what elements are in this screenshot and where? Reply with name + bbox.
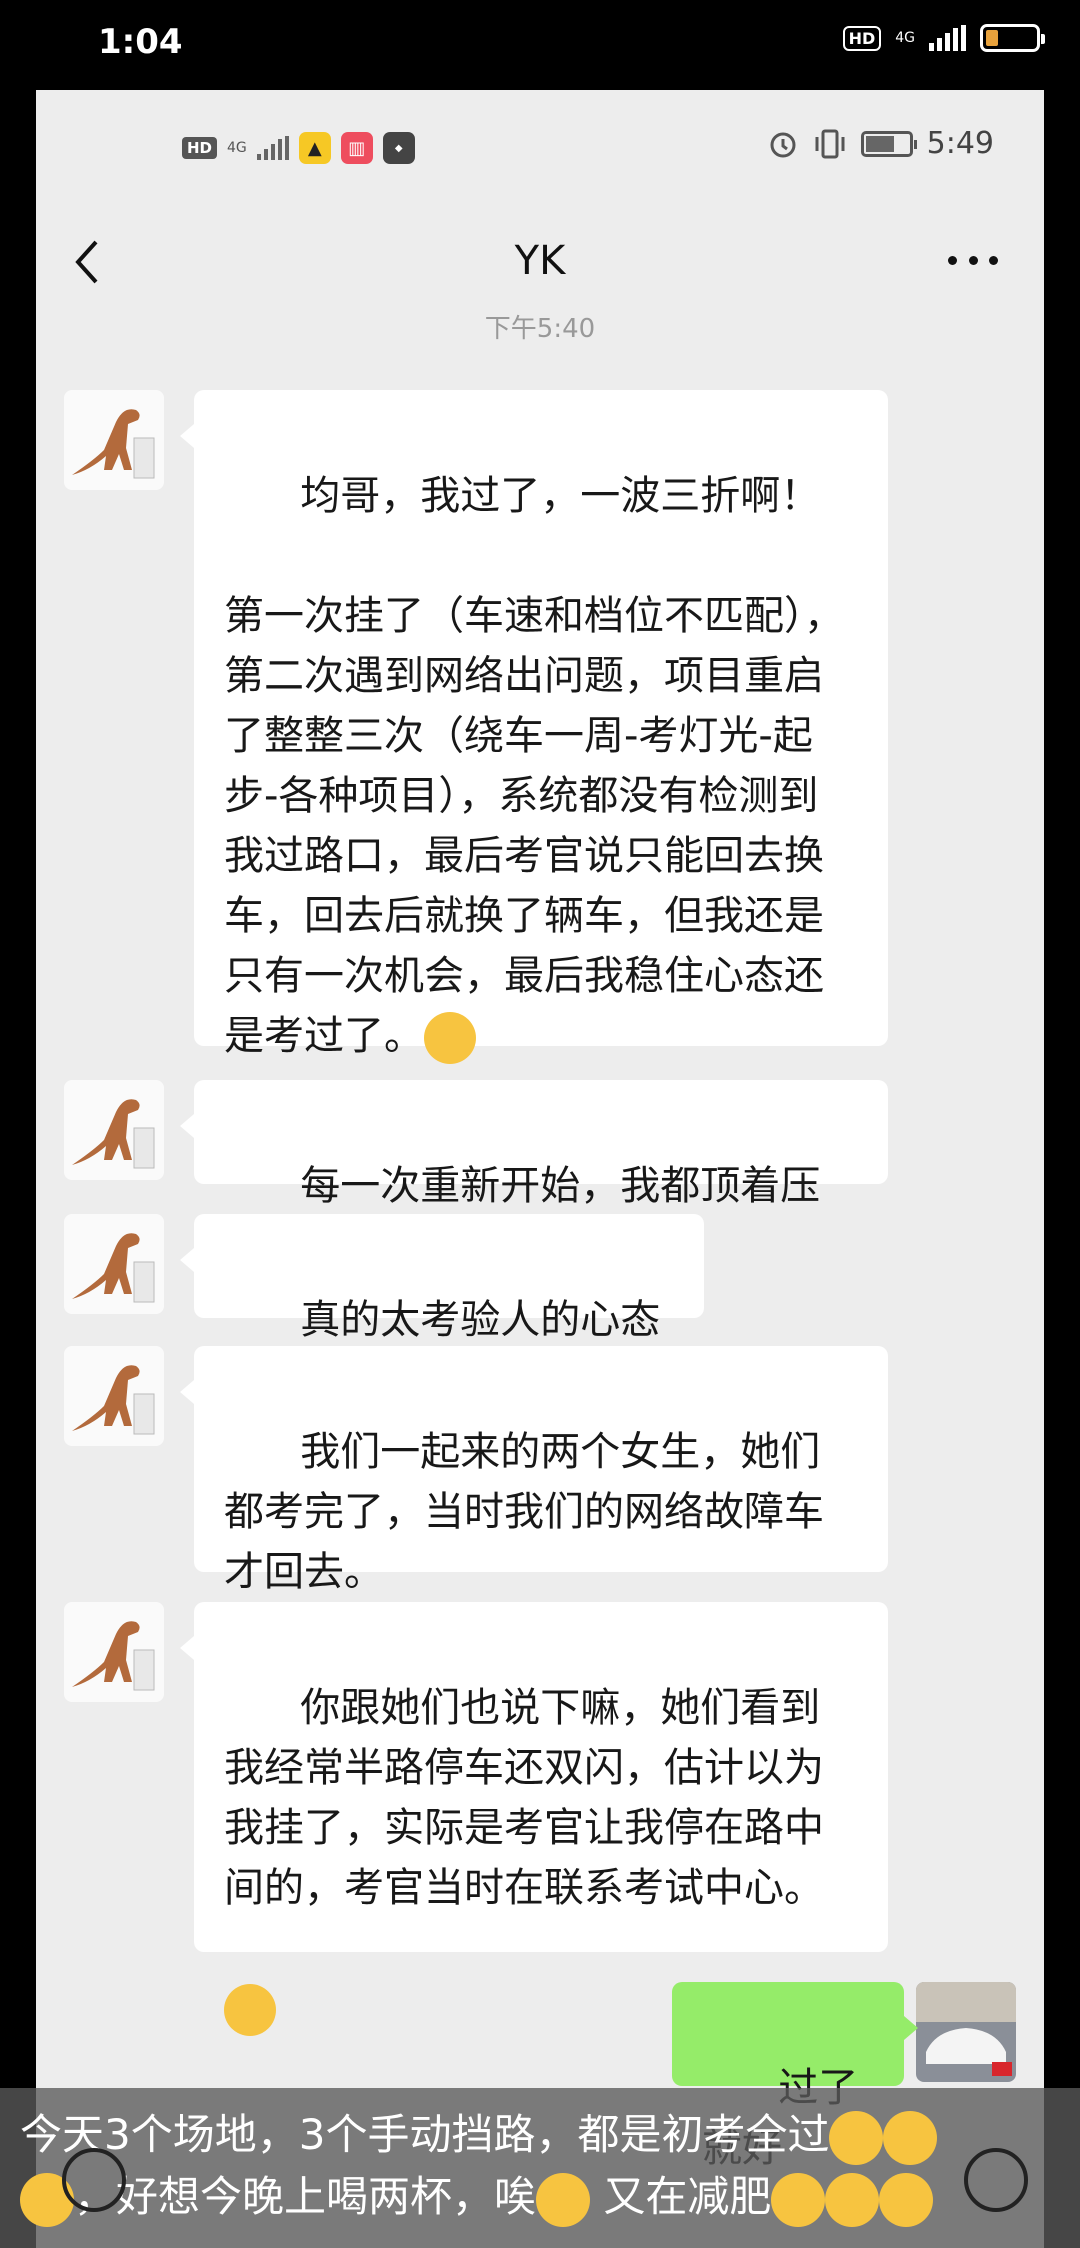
pensive-face-icon <box>536 2172 591 2227</box>
car-photo-avatar[interactable] <box>916 1982 1016 2082</box>
sunglasses-face-icon <box>829 2110 884 2165</box>
phone-status-bar: 1:04 HD 4G <box>0 0 1080 90</box>
caption-overlay: 今天3个场地，3个手动挡路，都是初考全过 ，好想今晚上喝两杯，唉 又在减肥 <box>0 2088 1080 2248</box>
dinosaur-icon <box>72 409 155 479</box>
message-bubble-incoming[interactable]: 真的太考验人的心态了。 <box>180 1214 704 1403</box>
book-app-icon: ▥ <box>340 132 373 164</box>
chat-timestamp: 下午5:40 <box>484 314 596 344</box>
inner-status-right: 5:49 <box>767 126 994 161</box>
message-bubble-incoming[interactable]: 均哥，我过了，一波三折啊！ 第一次挂了（车速和档位不匹配），第二次遇到网络出问题… <box>180 390 888 1064</box>
sunglasses-face-icon <box>883 2110 938 2165</box>
car-photo-icon <box>916 1982 1016 2082</box>
dinosaur-icon <box>72 1233 155 1303</box>
voice-input-icon[interactable] <box>62 2148 126 2212</box>
inner-battery-icon <box>860 130 917 157</box>
chat-title: YK <box>514 238 566 284</box>
message-text: 我们一起来的两个女生，她们都考完了，当时我们的网络故障车才回去。 <box>224 1429 824 1595</box>
phone-status-icons: HD 4G <box>842 24 1045 52</box>
battery-icon <box>980 24 1045 52</box>
inner-status-left: HD 4G ▲ ▥ ◆ <box>182 132 415 164</box>
signal-icon <box>929 25 966 51</box>
caption-line-3: 又在减肥 <box>590 2172 772 2221</box>
grinning-face-icon <box>424 1012 476 1064</box>
dinosaur-avatar[interactable] <box>64 1346 164 1446</box>
message-bubble-incoming[interactable]: 每一次重新开始，我都顶着压力。 <box>180 1080 888 1269</box>
tears-of-joy-icon <box>224 1984 276 2036</box>
loudly-crying-face-icon <box>825 2172 880 2227</box>
hd-icon: HD <box>842 25 882 51</box>
phone-time: 1:04 <box>98 22 183 62</box>
more-options-icon[interactable] <box>948 250 998 270</box>
chat-header: YK <box>36 220 1044 306</box>
inner-signal-icon <box>256 136 289 160</box>
dinosaur-icon <box>72 1099 155 1169</box>
vibrate-icon <box>815 129 845 158</box>
caption-text: 今天3个场地，3个手动挡路，都是初考全过 ，好想今晚上喝两杯，唉 又在减肥 <box>20 2104 1060 2228</box>
inner-hd-icon: HD <box>182 137 218 159</box>
taxi-app-icon: ▲ <box>298 132 331 164</box>
alarm-icon <box>770 132 796 157</box>
message-bubble-outgoing[interactable]: 过了就好 <box>672 1982 918 2171</box>
loudly-crying-face-icon <box>771 2172 826 2227</box>
message-text: 你跟她们也说下嘛，她们看到我经常半路停车还双闪，估计以为我挂了，实际是考官让我停… <box>224 1685 824 1911</box>
dinosaur-icon <box>72 1621 155 1691</box>
inner-network-label: 4G <box>227 140 247 156</box>
message-text: 均哥，我过了，一波三折啊！ 第一次挂了（车速和档位不匹配），第二次遇到网络出问题… <box>224 473 844 1059</box>
emoji-picker-icon[interactable] <box>964 2148 1028 2212</box>
caption-line-1: 今天3个场地，3个手动挡路，都是初考全过 <box>20 2110 830 2159</box>
huawei-app-icon: ◆ <box>382 132 415 164</box>
chat-screenshot: HD 4G ▲ ▥ ◆ 5:49 YK 下午5:40 均哥，我过了，一波三折啊！… <box>36 90 1044 2248</box>
dinosaur-avatar[interactable] <box>64 1602 164 1702</box>
dinosaur-icon <box>72 1365 155 1435</box>
message-bubble-incoming[interactable]: 我们一起来的两个女生，她们都考完了，当时我们的网络故障车才回去。 <box>180 1346 888 1595</box>
message-bubble-incoming[interactable]: 你跟她们也说下嘛，她们看到我经常半路停车还双闪，估计以为我挂了，实际是考官让我停… <box>180 1602 888 2036</box>
dinosaur-avatar[interactable] <box>64 1080 164 1180</box>
caption-line-2: ，好想今晚上喝两杯，唉 <box>74 2172 537 2221</box>
dinosaur-avatar[interactable] <box>64 1214 164 1314</box>
dinosaur-avatar[interactable] <box>64 390 164 490</box>
network-label: 4G <box>895 30 915 46</box>
inner-status-bar: HD 4G ▲ ▥ ◆ 5:49 <box>36 90 1044 200</box>
inner-time: 5:49 <box>926 126 994 161</box>
loudly-crying-face-icon <box>879 2172 934 2227</box>
